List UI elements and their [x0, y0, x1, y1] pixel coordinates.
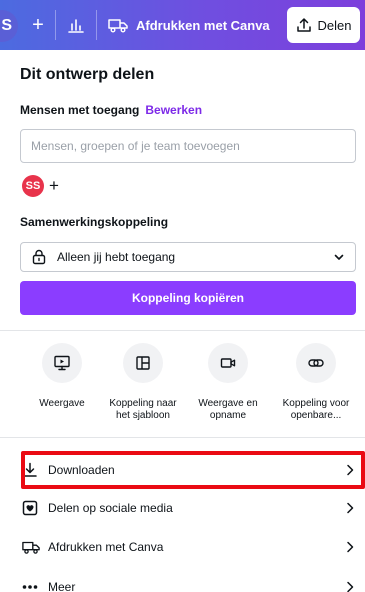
upload-icon	[296, 18, 311, 32]
list-item-label: Delen op sociale media	[48, 501, 173, 515]
panel-title: Dit ontwerp delen	[20, 66, 155, 83]
list-item-label: Meer	[48, 580, 76, 592]
collaborator-avatar[interactable]: SS	[22, 175, 44, 197]
collaboration-link-label: Samenwerkingskoppeling	[20, 215, 169, 229]
option-public-link-label: Koppeling voor openbare...	[282, 398, 350, 421]
template-icon	[136, 356, 150, 370]
chevron-right-icon	[347, 581, 354, 592]
list-item-more[interactable]: Meer	[22, 570, 356, 592]
chevron-right-icon	[347, 541, 354, 553]
more-icon	[22, 585, 38, 589]
top-toolbar: S + Afdrukken met Canva Delen	[0, 0, 365, 50]
toolbar-divider	[96, 10, 97, 40]
download-highlight-box	[21, 451, 365, 489]
print-with-canva-label: Afdrukken met Canva	[136, 17, 270, 33]
copy-link-label: Koppeling kopiëren	[131, 291, 244, 305]
video-camera-icon	[220, 358, 236, 368]
list-item-print[interactable]: Afdrukken met Canva	[22, 530, 356, 564]
people-access-label: Mensen met toegang	[20, 103, 140, 117]
presentation-icon	[54, 355, 70, 371]
user-avatar-initial: S	[1, 17, 12, 34]
link-access-value: Alleen jij hebt toegang	[57, 250, 176, 264]
lock-icon	[32, 249, 46, 265]
section-divider	[0, 330, 365, 331]
list-item-social-media[interactable]: Delen op sociale media	[22, 491, 356, 525]
add-person-button[interactable]: +	[46, 175, 62, 197]
truck-icon	[108, 19, 128, 33]
option-public-link[interactable]: Koppeling voor openbare...	[277, 343, 355, 422]
link-icon	[308, 359, 324, 367]
truck-icon	[22, 541, 40, 554]
option-template-link[interactable]: Koppeling naar het sjabloon	[104, 343, 182, 422]
toolbar-divider	[55, 10, 56, 40]
link-access-dropdown[interactable]: Alleen jij hebt toegang	[20, 242, 356, 272]
option-public-link-icon-bg	[296, 343, 336, 383]
option-template-link-icon-bg	[123, 343, 163, 383]
option-present-label: Weergave	[39, 398, 85, 409]
option-present-icon-bg	[42, 343, 82, 383]
section-divider	[0, 437, 365, 438]
add-people-input[interactable]	[20, 129, 356, 163]
option-present-record-label: Weergave en opname	[198, 398, 258, 421]
people-access-header: Mensen met toegang Bewerken	[20, 103, 202, 117]
copy-link-button[interactable]: Koppeling kopiëren	[20, 281, 356, 315]
collaborator-avatar-initials: SS	[25, 180, 41, 192]
edit-access-link[interactable]: Bewerken	[145, 103, 202, 117]
option-present-record[interactable]: Weergave en opname	[189, 343, 267, 422]
add-collaborator-button[interactable]: +	[30, 12, 46, 38]
insights-button[interactable]	[64, 12, 88, 38]
print-with-canva-button[interactable]: Afdrukken met Canva	[102, 10, 278, 40]
chevron-right-icon	[347, 502, 354, 514]
chevron-down-icon	[334, 254, 344, 260]
heart-icon	[22, 500, 38, 516]
share-button[interactable]: Delen	[287, 7, 360, 43]
list-item-label: Afdrukken met Canva	[48, 540, 164, 554]
user-avatar[interactable]: S	[0, 10, 18, 42]
option-template-link-label: Koppeling naar het sjabloon	[109, 398, 177, 421]
option-present[interactable]: Weergave	[23, 343, 101, 410]
share-button-label: Delen	[317, 17, 352, 33]
option-present-record-icon-bg	[208, 343, 248, 383]
bar-chart-icon	[68, 19, 84, 33]
